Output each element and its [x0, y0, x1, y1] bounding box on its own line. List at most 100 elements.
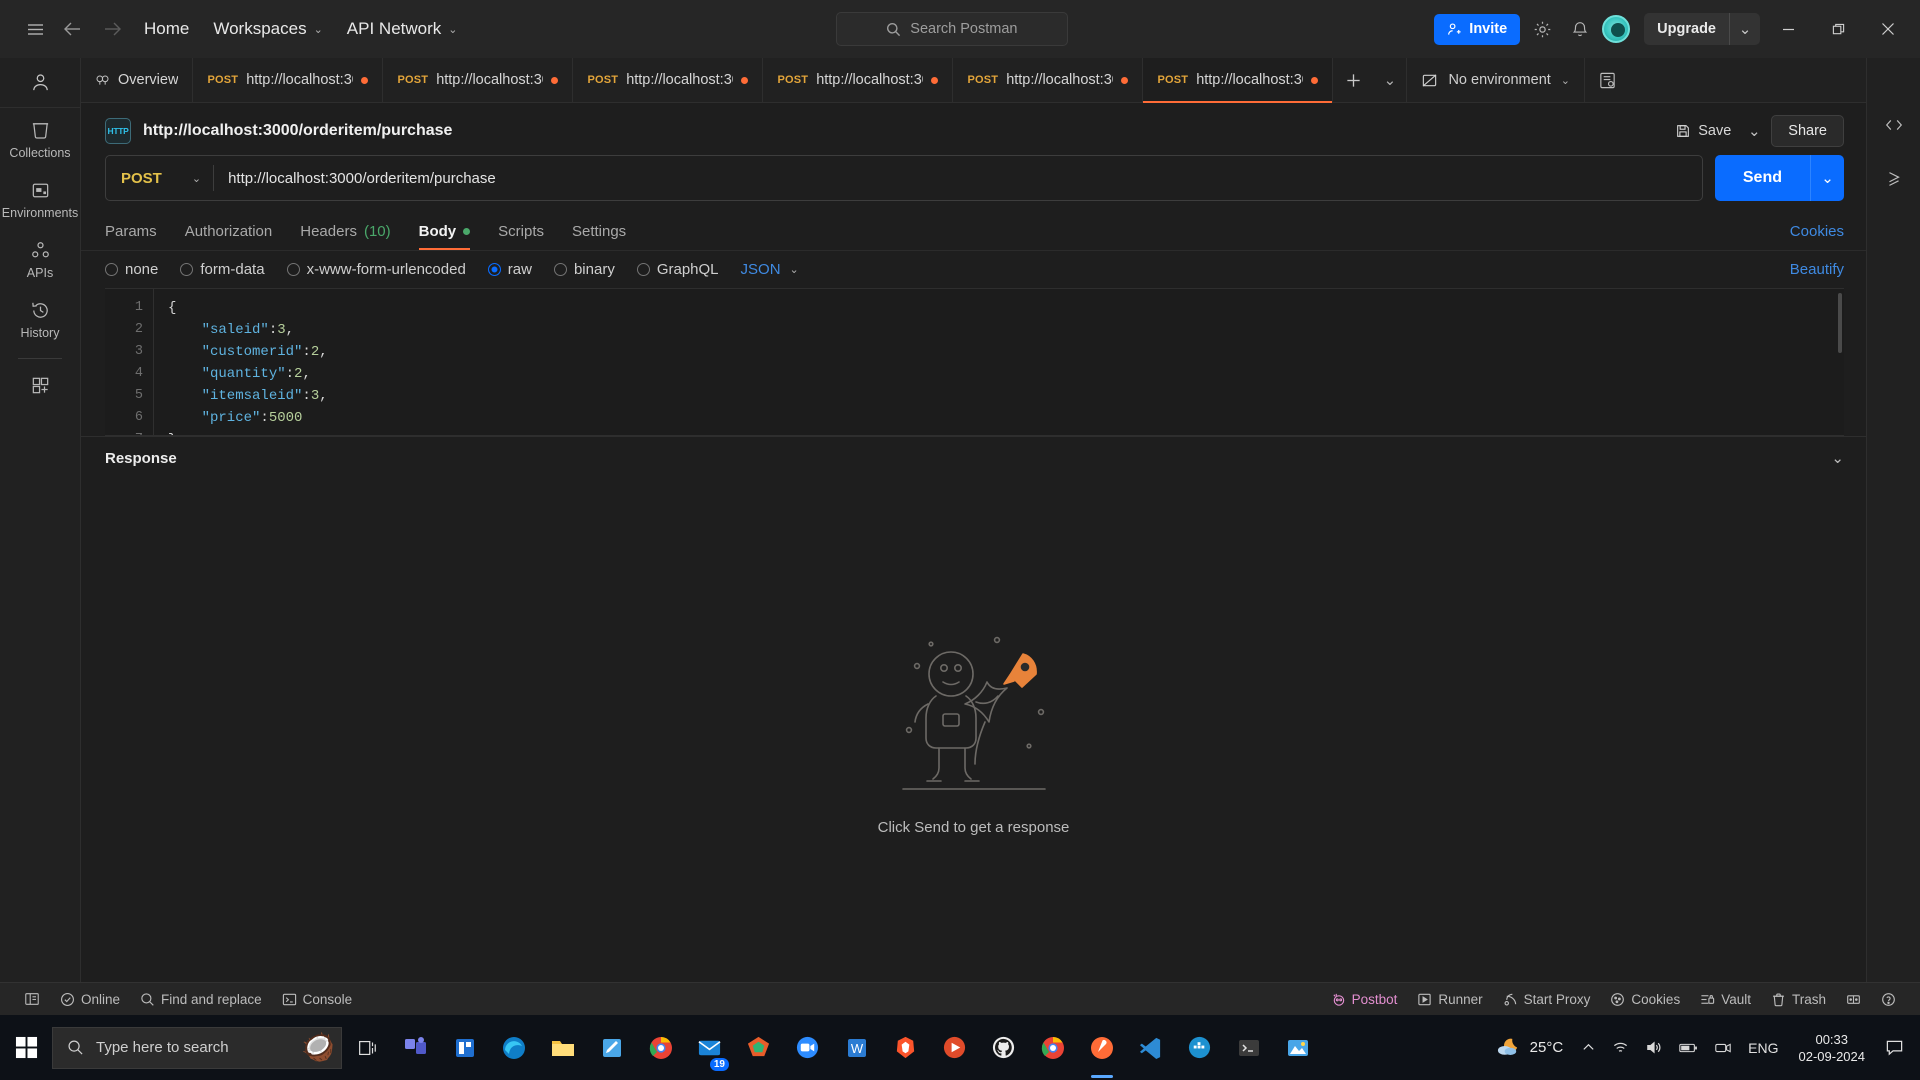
tab-overview[interactable]: Overview [81, 58, 193, 102]
postbot-button[interactable]: Postbot [1321, 987, 1408, 1012]
start-proxy-button[interactable]: Start Proxy [1493, 987, 1601, 1012]
sidebar-item-history[interactable]: History [0, 288, 80, 348]
office-icon[interactable] [440, 1015, 489, 1080]
tab-authorization[interactable]: Authorization [185, 213, 273, 250]
new-tab-button[interactable] [1333, 58, 1373, 102]
tab-request-5[interactable]: POST http://localhost:3000, [953, 58, 1143, 102]
runner-button[interactable]: Runner [1407, 987, 1492, 1012]
sidebar-user-icon[interactable] [0, 58, 80, 108]
tab-request-2[interactable]: POST http://localhost:3000, [383, 58, 573, 102]
tab-headers[interactable]: Headers (10) [300, 213, 390, 250]
cookies-button[interactable]: Cookies [1600, 987, 1690, 1012]
sidebar-toggle-icon[interactable] [14, 987, 50, 1012]
notifications-button[interactable] [1564, 13, 1596, 45]
tab-list-chevron-down-icon[interactable]: ⌄ [1373, 58, 1407, 102]
sidebar-item-environments[interactable]: Environments [0, 168, 80, 228]
body-editor[interactable]: 1 2 3 4 5 6 7 { "saleid":3, "customerid"… [105, 288, 1844, 436]
windows-start-icon[interactable] [0, 1015, 52, 1080]
save-button[interactable]: Save [1665, 115, 1741, 147]
console-button[interactable]: Console [272, 987, 363, 1012]
body-format-selector[interactable]: JSON ⌄ [741, 261, 799, 278]
coconut-icon[interactable]: 🥥 [301, 1031, 335, 1063]
invite-button[interactable]: Invite [1434, 14, 1520, 45]
upgrade-button[interactable]: Upgrade [1644, 13, 1729, 45]
minimize-button[interactable] [1766, 9, 1810, 49]
zoom-icon[interactable] [783, 1015, 832, 1080]
github-icon[interactable] [979, 1015, 1028, 1080]
taskbar-search-input[interactable]: Type here to search 🥥 [52, 1027, 342, 1069]
vscode-icon[interactable] [1126, 1015, 1175, 1080]
status-online[interactable]: Online [50, 987, 130, 1012]
layout-icon[interactable] [1836, 987, 1871, 1012]
tab-scripts[interactable]: Scripts [498, 213, 544, 250]
body-option-form-data[interactable]: form-data [180, 261, 264, 278]
media-player-icon[interactable] [930, 1015, 979, 1080]
sidebar-add-module-button[interactable] [0, 363, 80, 404]
help-icon[interactable] [1871, 987, 1906, 1012]
find-and-replace-button[interactable]: Find and replace [130, 987, 272, 1012]
tab-params[interactable]: Params [105, 213, 157, 250]
avatar[interactable] [1602, 15, 1630, 43]
environment-quick-look-icon[interactable] [1584, 58, 1630, 102]
notes-icon[interactable] [587, 1015, 636, 1080]
file-explorer-icon[interactable] [538, 1015, 587, 1080]
body-option-x-www-form-urlencoded[interactable]: x-www-form-urlencoded [287, 261, 466, 278]
vault-button[interactable]: Vault [1690, 987, 1761, 1012]
hamburger-icon[interactable] [18, 12, 52, 46]
search-input[interactable]: Search Postman [836, 12, 1068, 46]
method-selector[interactable]: POST ⌄ [106, 156, 213, 200]
send-button[interactable]: Send [1715, 155, 1810, 201]
action-center-notification-icon[interactable] [1877, 1015, 1912, 1080]
cookies-link[interactable]: Cookies [1790, 223, 1844, 240]
postman-icon[interactable] [1077, 1015, 1126, 1080]
task-view-icon[interactable] [342, 1015, 391, 1080]
tab-request-3[interactable]: POST http://localhost:3000, [573, 58, 763, 102]
workspaces-menu[interactable]: Workspaces ⌄ [201, 13, 334, 45]
maximize-button[interactable] [1816, 9, 1860, 49]
tab-request-4[interactable]: POST http://localhost:3000, [763, 58, 953, 102]
api-network-menu[interactable]: API Network ⌄ [335, 13, 470, 45]
word-icon[interactable]: W [832, 1015, 881, 1080]
mail-icon[interactable]: 19 [685, 1015, 734, 1080]
wifi-icon[interactable] [1604, 1015, 1637, 1080]
back-button[interactable] [52, 12, 92, 46]
chevron-up-icon[interactable] [1573, 1015, 1604, 1080]
body-option-graphql[interactable]: GraphQL [637, 261, 719, 278]
body-option-binary[interactable]: binary [554, 261, 615, 278]
game-icon[interactable] [734, 1015, 783, 1080]
chrome-canary-icon[interactable] [1028, 1015, 1077, 1080]
environment-selector[interactable]: No environment ⌄ [1407, 58, 1584, 102]
tab-body[interactable]: Body [419, 213, 471, 250]
brave-icon[interactable] [881, 1015, 930, 1080]
share-button[interactable]: Share [1771, 115, 1844, 147]
language-indicator[interactable]: ENG [1740, 1015, 1786, 1080]
close-button[interactable] [1866, 9, 1910, 49]
chrome-icon[interactable] [636, 1015, 685, 1080]
camera-icon[interactable] [1706, 1015, 1740, 1080]
send-options-chevron-down-icon[interactable]: ⌄ [1810, 155, 1844, 201]
volume-icon[interactable] [1637, 1015, 1670, 1080]
tab-settings[interactable]: Settings [572, 213, 626, 250]
body-option-none[interactable]: none [105, 261, 158, 278]
photos-icon[interactable] [1273, 1015, 1322, 1080]
editor-scrollbar[interactable] [1838, 293, 1842, 353]
response-collapse-chevron-down-icon[interactable]: ⌄ [1831, 449, 1844, 467]
docker-icon[interactable] [1175, 1015, 1224, 1080]
tab-request-6[interactable]: POST http://localhost:3000, [1143, 58, 1333, 102]
clock[interactable]: 00:33 02-09-2024 [1787, 1015, 1878, 1080]
weather-widget[interactable]: 25°C [1480, 1015, 1574, 1080]
terminal-icon[interactable] [1224, 1015, 1273, 1080]
save-chevron-down-icon[interactable]: ⌄ [1741, 115, 1767, 147]
comments-icon[interactable] [1879, 164, 1909, 194]
code-snippet-icon[interactable] [1879, 110, 1909, 140]
sidebar-item-apis[interactable]: APIs [0, 228, 80, 288]
settings-button[interactable] [1526, 13, 1558, 45]
forward-button[interactable] [92, 12, 132, 46]
tab-request-1[interactable]: POST http://localhost:3000, [193, 58, 383, 102]
trash-button[interactable]: Trash [1761, 987, 1836, 1012]
teams-icon[interactable] [391, 1015, 440, 1080]
beautify-button[interactable]: Beautify [1790, 261, 1844, 278]
url-input[interactable] [214, 170, 1702, 187]
sidebar-item-collections[interactable]: Collections [0, 108, 80, 168]
code-area[interactable]: { "saleid":3, "customerid":2, "quantity"… [153, 289, 1844, 435]
